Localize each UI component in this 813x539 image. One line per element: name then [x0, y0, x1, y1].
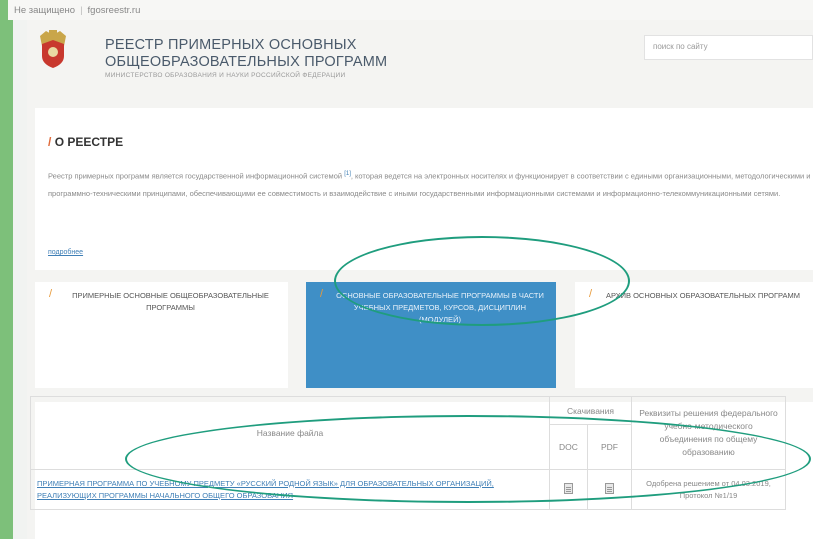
site-subtitle: МИНИСТЕРСТВО ОБРАЗОВАНИЯ И НАУКИ РОССИЙС…: [105, 72, 346, 79]
more-link[interactable]: подробнее: [48, 249, 83, 256]
search-input[interactable]: поиск по сайту: [644, 35, 813, 60]
footnote-link[interactable]: [1]: [344, 171, 351, 177]
page-title: / О РЕЕСТРЕ: [48, 135, 123, 149]
annotation-oval-tile: [334, 236, 630, 326]
tile-primary-programs[interactable]: / ПРИМЕРНЫЕ ОСНОВНЫЕ ОБЩЕОБРАЗОВАТЕЛЬНЫЕ…: [35, 282, 288, 388]
page-title-text: О РЕЕСТРЕ: [54, 135, 124, 149]
tile-slash: /: [49, 288, 53, 300]
site-title[interactable]: РЕЕСТР ПРИМЕРНЫХ ОСНОВНЫХ ОБЩЕОБРАЗОВАТЕ…: [105, 37, 387, 71]
security-label: Не защищено: [14, 5, 76, 16]
tile-slash: /: [320, 288, 324, 300]
left-decor-bar: [0, 0, 13, 539]
address-bar[interactable]: Не защищено | fgosreestr.ru: [8, 0, 813, 20]
site-title-line1: РЕЕСТР ПРИМЕРНЫХ ОСНОВНЫХ: [105, 37, 357, 53]
site-title-line2: ОБЩЕОБРАЗОВАТЕЛЬНЫХ ПРОГРАММ: [105, 54, 388, 70]
about-text: Реестр примерных программ является госуд…: [48, 166, 813, 202]
tile-label: АРХИВ ОСНОВНЫХ ОБРАЗОВАТЕЛЬНЫХ ПРОГРАММ: [605, 291, 801, 300]
tile-label: ПРИМЕРНЫЕ ОСНОВНЫЕ ОБЩЕОБРАЗОВАТЕЛЬНЫЕ П…: [72, 291, 269, 312]
url-text[interactable]: fgosreestr.ru: [88, 5, 141, 16]
heading-slash: /: [48, 135, 52, 149]
annotation-oval-table: [125, 415, 811, 503]
emblem-icon: [40, 30, 66, 68]
about-text-part1: Реестр примерных программ является госуд…: [48, 171, 343, 181]
